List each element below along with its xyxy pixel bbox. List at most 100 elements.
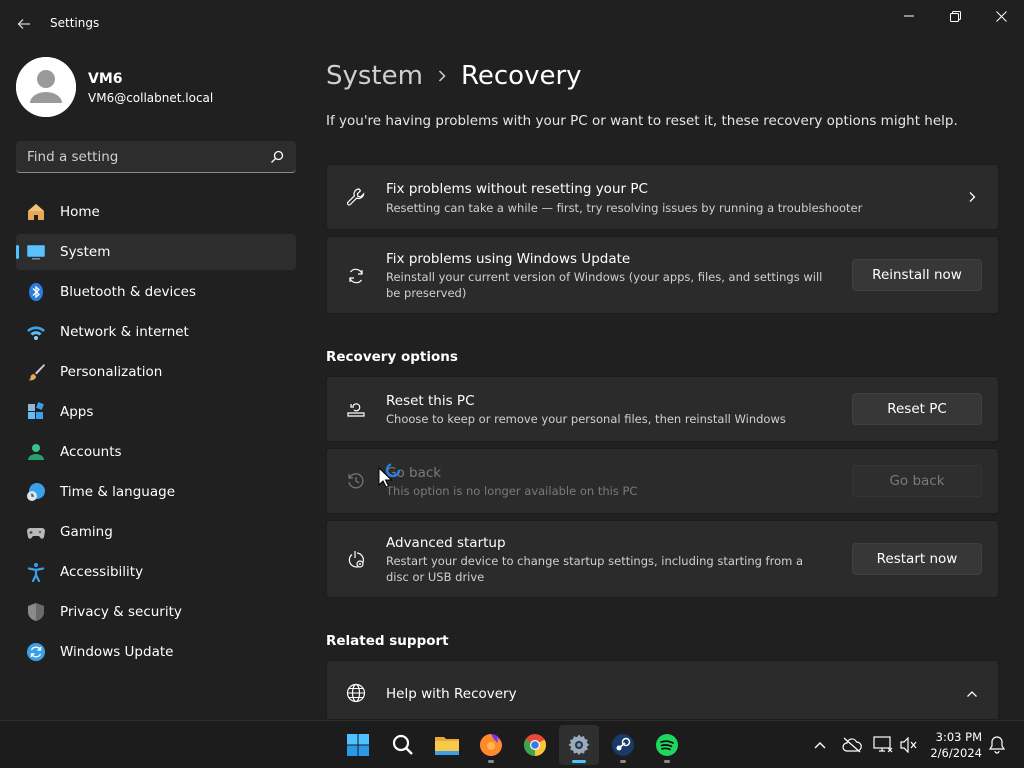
sidebar-item-network[interactable]: Network & internet — [16, 314, 296, 350]
user-name: VM6 — [88, 71, 123, 87]
advanced-startup-icon — [345, 549, 367, 571]
wrench-icon — [345, 186, 367, 208]
app-title: Settings — [50, 16, 100, 30]
taskbar-search-button[interactable] — [383, 725, 423, 765]
chevron-right-icon — [437, 68, 447, 84]
card-title: Advanced startup — [386, 535, 506, 551]
spotify-icon — [656, 734, 678, 756]
minimize-icon — [904, 15, 914, 17]
notifications-button[interactable] — [987, 735, 1007, 755]
advanced-startup-card: Advanced startup Restart your device to … — [326, 520, 999, 598]
sidebar-item-bluetooth[interactable]: Bluetooth & devices — [16, 274, 296, 310]
card-title: Fix problems using Windows Update — [386, 251, 631, 267]
back-button[interactable] — [12, 12, 36, 36]
volume-tray[interactable] — [899, 735, 919, 755]
sidebar-item-privacy-security[interactable]: Privacy & security — [16, 594, 296, 630]
bell-icon — [989, 736, 1005, 754]
system-icon — [26, 242, 46, 262]
fix-without-reset-card[interactable]: Fix problems without resetting your PC R… — [326, 164, 999, 230]
card-description: Reinstall your current version of Window… — [386, 270, 823, 300]
user-email: VM6@collabnet.local — [88, 91, 214, 105]
steam-icon — [612, 734, 634, 756]
sidebar-item-apps[interactable]: Apps — [16, 394, 296, 430]
intro-text: If you're having problems with your PC o… — [326, 113, 958, 129]
windows-logo-icon — [347, 734, 369, 756]
home-icon — [26, 202, 46, 222]
restore-icon — [949, 10, 961, 22]
related-support-heading: Related support — [326, 633, 449, 649]
card-description: This option is no longer available on th… — [386, 484, 638, 498]
apps-icon — [26, 402, 46, 422]
sidebar-item-personalization[interactable]: Personalization — [16, 354, 296, 390]
folder-icon — [435, 737, 459, 755]
sidebar-item-accessibility[interactable]: Accessibility — [16, 554, 296, 590]
reset-pc-card: Reset this PC Choose to keep or remove y… — [326, 376, 999, 442]
sidebar-item-accounts[interactable]: Accounts — [16, 434, 296, 470]
mouse-cursor-icon — [378, 462, 401, 488]
reset-pc-icon — [345, 398, 367, 420]
taskbar-settings[interactable] — [559, 725, 599, 765]
sidebar-item-home[interactable]: Home — [16, 194, 296, 230]
taskbar: 3:03 PM 2/6/2024 — [0, 720, 1024, 768]
sidebar-item-time-language[interactable]: Time & language — [16, 474, 296, 510]
start-button[interactable] — [338, 725, 378, 765]
chrome-icon — [524, 734, 546, 756]
sidebar-item-gaming[interactable]: Gaming — [16, 514, 296, 550]
card-description: Restart your device to change startup se… — [386, 554, 804, 584]
breadcrumb: System Recovery — [326, 58, 582, 94]
reinstall-now-button[interactable]: Reinstall now — [852, 259, 982, 291]
clock-date: 2/6/2024 — [930, 746, 982, 760]
help-with-recovery-card[interactable]: Help with Recovery — [326, 660, 999, 720]
card-description: Choose to keep or remove your personal f… — [386, 412, 786, 426]
taskbar-spotify[interactable] — [647, 725, 687, 765]
user-profile[interactable]: VM6 VM6@collabnet.local — [16, 56, 306, 120]
onedrive-tray[interactable] — [842, 735, 862, 755]
gamepad-icon — [26, 522, 46, 542]
taskbar-firefox[interactable] — [471, 725, 511, 765]
brush-icon — [26, 362, 46, 382]
accessibility-icon — [26, 562, 46, 582]
update-icon — [26, 642, 46, 662]
chevron-right-icon — [969, 192, 976, 202]
go-back-button: Go back — [852, 465, 982, 497]
recovery-options-heading: Recovery options — [326, 349, 458, 365]
minimize-button[interactable] — [886, 4, 932, 28]
search-input[interactable]: Find a setting — [16, 141, 296, 173]
cloud-offline-icon — [842, 737, 862, 753]
close-icon — [995, 10, 1007, 22]
accounts-icon — [26, 442, 46, 462]
volume-muted-icon — [900, 737, 917, 753]
globe-icon — [345, 682, 367, 704]
taskbar-file-explorer[interactable] — [427, 725, 467, 765]
search-placeholder: Find a setting — [27, 149, 119, 165]
sidebar-item-system[interactable]: System — [16, 234, 296, 270]
taskbar-chrome[interactable] — [515, 725, 555, 765]
arrow-left-icon — [17, 19, 30, 29]
clock-time: 3:03 PM — [935, 730, 982, 744]
search-icon — [392, 734, 413, 755]
ethernet-icon — [873, 736, 893, 753]
history-icon — [345, 470, 367, 492]
breadcrumb-parent[interactable]: System — [326, 61, 423, 91]
clock-globe-icon — [26, 482, 46, 502]
go-back-card: Go back This option is no longer availab… — [326, 448, 999, 514]
page-title: Recovery — [460, 61, 582, 91]
taskbar-steam[interactable] — [603, 725, 643, 765]
refresh-icon — [345, 265, 367, 287]
card-title: Fix problems without resetting your PC — [386, 181, 648, 197]
gear-icon — [568, 734, 590, 756]
search-icon — [271, 150, 284, 163]
sidebar-item-windows-update[interactable]: Windows Update — [16, 634, 296, 670]
network-icon — [26, 322, 46, 342]
fix-windows-update-card: Fix problems using Windows Update Reinst… — [326, 236, 999, 314]
reset-pc-button[interactable]: Reset PC — [852, 393, 982, 425]
card-description: Resetting can take a while — first, try … — [386, 201, 863, 215]
taskbar-clock[interactable]: 3:03 PM 2/6/2024 — [926, 729, 982, 761]
maximize-button[interactable] — [932, 4, 978, 28]
show-hidden-icons-button[interactable] — [810, 735, 830, 755]
user-avatar-icon — [16, 57, 76, 117]
network-tray[interactable] — [873, 735, 893, 755]
restart-now-button[interactable]: Restart now — [852, 543, 982, 575]
close-button[interactable] — [978, 4, 1024, 28]
shield-icon — [26, 602, 46, 622]
